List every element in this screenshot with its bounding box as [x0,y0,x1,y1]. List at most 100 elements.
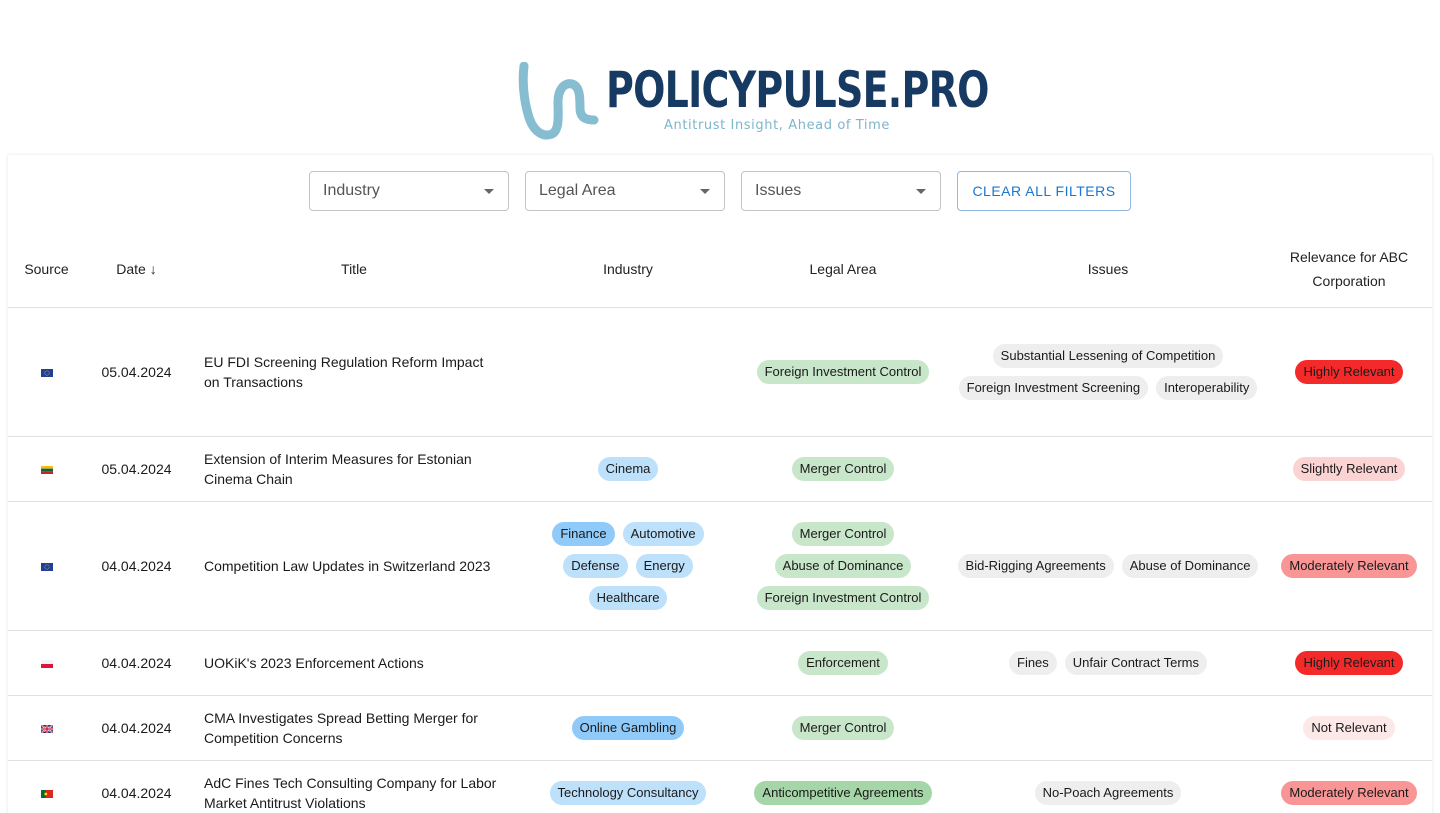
column-header-legal-area[interactable]: Legal Area [736,231,950,308]
issue-chip[interactable]: Interoperability [1156,375,1258,400]
relevance-cell: Not Relevant [1266,695,1432,761]
table-row[interactable]: 04.04.2024 Competition Law Updates in Swi… [8,501,1432,631]
industry-cell: Finance Automotive Defense Energy Healthcare [520,501,736,631]
industry-chip-list: Finance Automotive Defense Energy Healthcare [520,521,736,610]
title-cell[interactable]: UOKiK's 2023 Enforcement Actions [188,630,520,696]
issue-chip-list: Substantial Lessening of Competition Fore… [950,343,1266,400]
column-header-title[interactable]: Title [188,231,520,308]
industry-cell [520,307,736,437]
news-table: Source Date ↓ Title Industry Legal Area … [8,231,1432,813]
column-header-issues[interactable]: Issues [950,231,1266,308]
legal-area-chip-list: Merger Control Abuse of Dominance Foreign … [736,521,950,610]
industry-chip[interactable]: Defense [563,553,628,578]
dropdown-caret-icon [484,189,494,194]
title-cell[interactable]: CMA Investigates Spread Betting Merger f… [188,695,520,761]
relevance-cell: Slightly Relevant [1266,436,1432,502]
page-header: POLICYPULSE.PRO Antitrust Insight, Ahead… [0,0,1440,152]
industry-chip[interactable]: Energy [635,553,693,578]
industry-chip[interactable]: Online Gambling [571,715,685,740]
title-line: CMA Investigates Spread Betting Merger f… [204,709,478,726]
relevance-cell: Moderately Relevant [1266,501,1432,631]
industry-filter-select[interactable]: Industry [309,171,509,211]
industry-chip[interactable]: Healthcare [588,585,668,610]
column-header-industry[interactable]: Industry [520,231,736,308]
source-cell [8,760,85,813]
relevance-badge: Moderately Relevant [1281,780,1417,805]
issue-chip[interactable]: Foreign Investment Screening [958,375,1149,400]
table-row[interactable]: 05.04.2024 Extension of Interim Measures … [8,436,1432,502]
industry-chip[interactable]: Finance [552,521,615,546]
issue-cell: Substantial Lessening of Competition Fore… [950,307,1266,437]
table-row[interactable]: 04.04.2024 UOKiK's 2023 Enforcement Actio… [8,630,1432,696]
table-row[interactable]: 05.04.2024 EU FDI Screening Regulation Re… [8,307,1432,437]
issue-chip[interactable]: Substantial Lessening of Competition [992,343,1224,368]
relevance-header-line1: Relevance for ABC [1289,248,1409,265]
issue-chip[interactable]: Abuse of Dominance [1121,553,1259,578]
issue-chip[interactable]: No-Poach Agreements [1034,780,1182,805]
legal-area-chip[interactable]: Foreign Investment Control [756,585,930,610]
title-line: Extension of Interim Measures for Estoni… [204,450,472,467]
relevance-badge: Not Relevant [1303,715,1395,740]
legal-area-cell: Merger Control [736,436,950,502]
legal-area-filter-select[interactable]: Legal Area [525,171,725,211]
issues-filter-select[interactable]: Issues [741,171,941,211]
issue-cell: No-Poach Agreements [950,760,1266,813]
relevance-cell: Highly Relevant [1266,630,1432,696]
industry-chip[interactable]: Cinema [597,456,659,481]
dropdown-caret-icon [700,189,710,194]
table-header-row: Source Date ↓ Title Industry Legal Area … [8,231,1432,308]
brand-logo[interactable]: POLICYPULSE.PRO Antitrust Insight, Ahead… [518,60,989,142]
legal-area-chip[interactable]: Anticompetitive Agreements [754,780,932,805]
issue-chip[interactable]: Fines [1009,650,1057,675]
industry-chip[interactable]: Technology Consultancy [549,780,707,805]
legal-area-filter-label: Legal Area [539,182,616,199]
legal-area-chip[interactable]: Enforcement [798,650,888,675]
issue-cell: Fines Unfair Contract Terms [950,630,1266,696]
title-line: Competition Concerns [204,729,343,746]
issue-chip[interactable]: Bid-Rigging Agreements [957,553,1114,578]
column-header-relevance[interactable]: Relevance for ABC Corporation [1266,231,1432,308]
legal-area-chip[interactable]: Foreign Investment Control [756,359,930,384]
industry-chip[interactable]: Automotive [622,521,704,546]
legal-area-chip[interactable]: Merger Control [791,521,895,546]
date-cell: 04.04.2024 [85,630,188,696]
column-header-source[interactable]: Source [8,231,85,308]
title-cell[interactable]: EU FDI Screening Regulation Reform Impac… [188,307,520,437]
eu-flag-icon [40,558,53,574]
industry-chip-list: Online Gambling [520,715,736,740]
date-cell: 05.04.2024 [85,436,188,502]
relevance-badge: Highly Relevant [1295,359,1403,384]
title-line: Cinema Chain [204,470,293,487]
table-row[interactable]: 04.04.2024 AdC Fines Tech Consulting Comp… [8,760,1432,813]
source-cell [8,630,85,696]
legal-area-chip[interactable]: Abuse of Dominance [774,553,912,578]
relevance-cell: Moderately Relevant [1266,760,1432,813]
source-cell [8,436,85,502]
industry-cell: Technology Consultancy [520,760,736,813]
legal-area-chip[interactable]: Merger Control [791,456,895,481]
source-cell [8,501,85,631]
issue-chip-list: Bid-Rigging Agreements Abuse of Dominance [950,553,1266,578]
column-header-date[interactable]: Date ↓ [85,231,188,308]
title-line: EU FDI Screening Regulation Reform Impac… [204,353,484,370]
title-line: on Transactions [204,373,303,390]
source-cell [8,695,85,761]
table-row[interactable]: 04.04.2024 CMA Investigates Spread Bettin… [8,695,1432,761]
title-cell[interactable]: Competition Law Updates in Switzerland 2… [188,501,520,631]
relevance-badge: Slightly Relevant [1292,456,1406,481]
industry-cell: Cinema [520,436,736,502]
title-line: Competition Law Updates in Switzerland 2… [204,557,491,574]
title-cell[interactable]: Extension of Interim Measures for Estoni… [188,436,520,502]
legal-area-cell: Merger Control Abuse of Dominance Foreign … [736,501,950,631]
legal-area-chip[interactable]: Merger Control [791,715,895,740]
legal-area-cell: Foreign Investment Control [736,307,950,437]
title-line: AdC Fines Tech Consulting Company for La… [204,774,497,791]
issue-chip[interactable]: Unfair Contract Terms [1064,650,1207,675]
clear-all-filters-button[interactable]: CLEAR ALL FILTERS [957,171,1131,211]
date-cell: 04.04.2024 [85,695,188,761]
pulse-logo-icon [518,62,599,140]
dropdown-caret-icon [916,189,926,194]
eu-flag-icon [40,364,53,380]
issue-chip-list: No-Poach Agreements [950,780,1266,805]
title-cell[interactable]: AdC Fines Tech Consulting Company for La… [188,760,520,813]
